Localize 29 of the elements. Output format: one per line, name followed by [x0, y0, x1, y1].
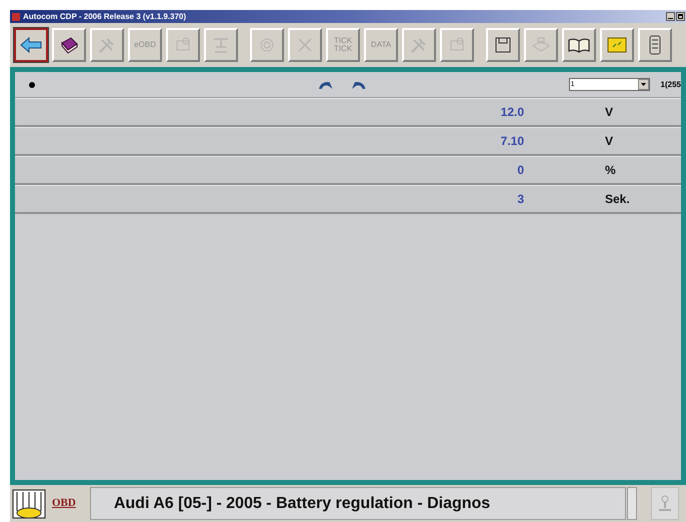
- open-book-icon: [568, 37, 590, 53]
- value-text: 7.10: [500, 133, 524, 150]
- crossed-icon: [296, 36, 314, 54]
- maximize-icon[interactable]: [676, 12, 685, 21]
- value-text: 12.0: [500, 104, 524, 121]
- obd-logo: OBD: [52, 496, 76, 512]
- window-title: Autocom CDP - 2006 Release 3 (v1.1.9.370): [23, 12, 186, 20]
- arrow-left-icon: [20, 37, 42, 53]
- unit-text: V: [605, 133, 614, 150]
- status-text: Audi A6 [05-] - 2005 - Battery regulation - Diagnos: [114, 494, 490, 514]
- scrollbar[interactable]: [626, 487, 637, 520]
- circle-icon: [259, 37, 275, 53]
- value-text: 0: [516, 162, 524, 179]
- redo-icon[interactable]: [351, 80, 367, 90]
- book-icon: [59, 35, 79, 55]
- page-counter: 1(255: [660, 78, 682, 90]
- undo-icon[interactable]: [318, 80, 334, 90]
- unit-text: V: [605, 104, 614, 121]
- app-icon: [12, 12, 20, 20]
- minimize-icon[interactable]: [666, 12, 675, 21]
- notepad-icon: [607, 37, 627, 53]
- floppy-icon: [494, 36, 512, 54]
- phone-icon: [647, 34, 663, 56]
- printer-icon: [531, 36, 551, 54]
- unit-text: %: [605, 162, 616, 179]
- car-logo-icon: [12, 488, 46, 518]
- joystick-icon: [658, 494, 672, 512]
- value-text: 3: [516, 191, 524, 208]
- unit-text: Sek.: [605, 191, 630, 208]
